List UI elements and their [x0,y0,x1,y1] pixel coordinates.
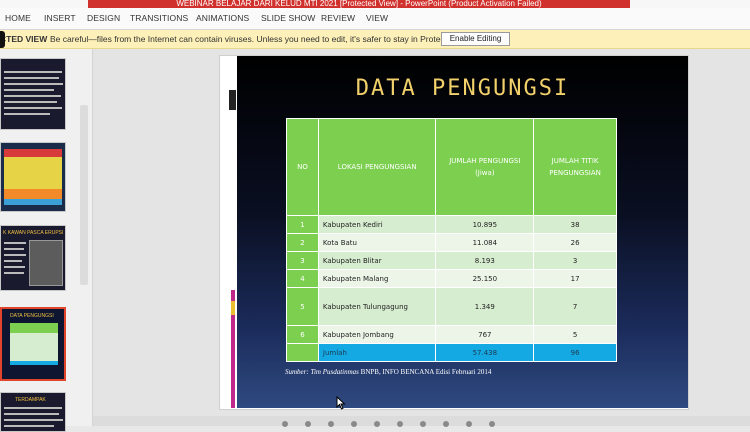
cell-no [286,343,319,362]
mouse-pointer-icon [336,396,346,410]
tab-design[interactable]: DESIGN [87,13,120,23]
window-title: WEBINAR BELAJAR DARI KELUD MTI 2021 [Pro… [88,0,630,8]
tab-transitions[interactable]: TRANSITIONS [130,13,188,23]
table-header-row: NO LOKASI PENGUNGSIAN JUMLAH PENGUNGSI (… [286,118,617,216]
cell-no: 1 [286,215,319,234]
nav-dot[interactable] [489,421,495,427]
cell-titik: 5 [533,325,617,344]
slide-side-bar-accent [231,301,235,315]
cell-no: 6 [286,325,319,344]
tab-animations[interactable]: ANIMATIONS [196,13,249,23]
cell-total-titik: 96 [533,343,617,362]
protected-view-message: Be careful—files from the Internet can c… [50,34,480,44]
nav-dot[interactable] [466,421,472,427]
thumbnail-title: DATA PENGUNGSI [10,313,54,319]
cell-titik: 7 [533,287,617,326]
cell-pengungsi: 25.150 [435,269,535,288]
cell-lokasi: Kabupaten Blitar [317,251,437,270]
protected-view-shield-icon [0,31,5,48]
cell-lokasi: Kabupaten Tulungagung [317,287,437,326]
source-note: Sumber: Tim Pusdatinmas BNPB, INFO BENCA… [285,368,491,376]
slide-thumbnail[interactable] [0,142,66,212]
slide-thumbnail-pane: K KAWAN PASCA ERUPSI DATA PENGUNGSI TERD… [0,49,93,432]
nav-dot[interactable] [374,421,380,427]
thumbnail-title: K KAWAN PASCA ERUPSI [3,230,64,236]
nav-dot[interactable] [443,421,449,427]
cell-pengungsi: 11.084 [435,233,535,252]
ribbon-tabs: HOME INSERT DESIGN TRANSITIONS ANIMATION… [0,8,750,30]
tab-view[interactable]: VIEW [366,13,388,23]
cell-no: 4 [286,269,319,288]
slide-thumbnail[interactable]: K KAWAN PASCA ERUPSI [0,225,66,291]
cell-titik: 26 [533,233,617,252]
tab-review[interactable]: REVIEW [321,13,355,23]
table-row: 6 Kabupaten Jombang 767 5 [286,325,617,344]
tab-insert[interactable]: INSERT [44,13,76,23]
slide-title: DATA PENGUNGSI [355,76,570,101]
table-row: 2 Kota Batu 11.084 26 [286,233,617,252]
table-row: 4 Kabupaten Malang 25.150 17 [286,269,617,288]
nav-dot[interactable] [397,421,403,427]
cell-pengungsi: 10.895 [435,215,535,234]
cell-total-label: Jumlah [317,343,437,362]
nav-dot[interactable] [351,421,357,427]
title-bar: WEBINAR BELAJAR DARI KELUD MTI 2021 [Pro… [0,0,750,8]
protected-view-title: CTED VIEW [0,34,48,44]
cell-lokasi: Kabupaten Kediri [317,215,437,234]
source-text: BNPB, INFO BENCANA Edisi Februari 2014 [360,368,492,376]
nav-dot[interactable] [328,421,334,427]
cell-no: 2 [286,233,319,252]
header-no: NO [286,118,319,216]
header-lokasi: LOKASI PENGUNGSIAN [317,118,437,216]
thumbnail-title: TERDAMPAK [15,397,46,403]
cell-lokasi: Kabupaten Malang [317,269,437,288]
thumbnail-scrollbar[interactable] [80,105,88,285]
table-row: 1 Kabupaten Kediri 10.895 38 [286,215,617,234]
cell-no: 5 [286,287,319,326]
cell-pengungsi: 8.193 [435,251,535,270]
slide-thumbnail[interactable]: TERDAMPAK [0,392,66,432]
cell-no: 3 [286,251,319,270]
table-row: 3 Kabupaten Blitar 8.193 3 [286,251,617,270]
enable-editing-button[interactable]: Enable Editing [441,32,510,46]
tab-home[interactable]: HOME [5,13,31,23]
slide-thumbnail[interactable] [0,58,66,130]
cell-pengungsi: 1.349 [435,287,535,326]
cell-total-pengungsi: 57.438 [435,343,535,362]
header-jumlah-pengungsi: JUMLAH PENGUNGSI (Jiwa) [435,118,535,216]
cell-titik: 38 [533,215,617,234]
slide-thumbnail-selected[interactable]: DATA PENGUNGSI [0,307,66,381]
slide[interactable]: DATA PENGUNGSI NO LOKASI PENGUNGSIAN JUM… [237,56,688,408]
cell-lokasi: Kabupaten Jombang [317,325,437,344]
nav-dot[interactable] [305,421,311,427]
protected-view-bar: CTED VIEW Be careful—files from the Inte… [0,30,750,49]
tab-slide-show[interactable]: SLIDE SHOW [261,13,315,23]
cell-titik: 17 [533,269,617,288]
table-total-row: Jumlah 57.438 96 [286,343,617,362]
refugee-data-table: NO LOKASI PENGUNGSIAN JUMLAH PENGUNGSI (… [286,118,617,362]
source-label: Sumber: Tim Pusdatinmas [285,368,359,376]
nav-dot[interactable] [420,421,426,427]
table-row: 5 Kabupaten Tulungagung 1.349 7 [286,287,617,326]
slide-edge-marker [229,90,236,110]
cell-lokasi: Kota Batu [317,233,437,252]
header-jumlah-titik: JUMLAH TITIK PENGUNGSIAN [533,118,617,216]
cell-titik: 3 [533,251,617,270]
nav-dot[interactable] [282,421,288,427]
cell-pengungsi: 767 [435,325,535,344]
